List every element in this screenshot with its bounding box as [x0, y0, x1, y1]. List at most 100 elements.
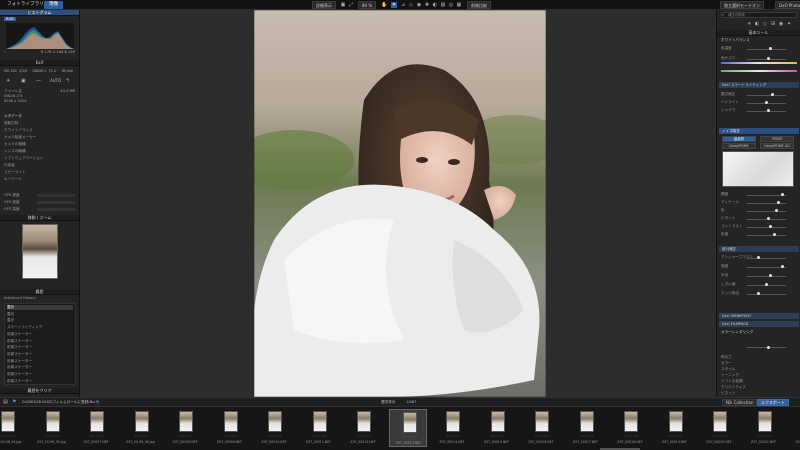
- thumb-rating[interactable]: ☆☆☆☆☆: [130, 434, 154, 438]
- filmstrip-thumb[interactable]: ☆☆☆☆☆ Z97_00-96_96.jpg: [122, 409, 160, 447]
- horizon-icon[interactable]: ⊿: [400, 2, 406, 8]
- sharpen-slider[interactable]: [747, 283, 786, 286]
- local-icon[interactable]: ◉: [779, 21, 783, 27]
- denoise-deepprime-xd-button[interactable]: DeepPRIME XD: [760, 143, 794, 149]
- thumb-rating[interactable]: ☆☆☆☆☆: [174, 434, 198, 438]
- denoise-preview[interactable]: [722, 151, 794, 187]
- denoise-adjust-slider-knob[interactable]: [773, 233, 776, 236]
- denoise-adjust-slider[interactable]: [747, 201, 786, 204]
- viewpoint-section[interactable]: DxO VIEWPOINT: [719, 313, 799, 319]
- history-item[interactable]: 露光0.4: [7, 305, 73, 310]
- filmstrip-thumb[interactable]: ☆☆☆☆☆ Z97_00021.NEF: [745, 409, 783, 447]
- denoise-adjust-slider-knob[interactable]: [769, 225, 772, 228]
- denoise-deepprime-button[interactable]: DeepPRIME: [722, 143, 756, 149]
- exposure-slider[interactable]: [747, 109, 786, 112]
- history-subheader[interactable]: Advanced History: [4, 296, 75, 301]
- thumb-rating[interactable]: ☆☆☆☆☆: [352, 434, 376, 438]
- thumb-rating[interactable]: ☆☆☆☆☆: [398, 435, 422, 439]
- denoise-adjust-slider-knob[interactable]: [777, 201, 780, 204]
- filmstrip-thumb[interactable]: ☆☆☆☆☆ Z97_00-96_95.jpg: [33, 409, 71, 447]
- eye-icon[interactable]: ◎: [448, 2, 454, 8]
- history-item[interactable]: 前景スケーター: [7, 359, 73, 364]
- color-rendering-row[interactable]: ビネット: [721, 391, 796, 396]
- sharpen-slider-knob[interactable]: [769, 274, 772, 277]
- geometry-icon[interactable]: ⊞: [771, 21, 775, 27]
- moon-icon[interactable]: ☾: [4, 50, 7, 54]
- filmstrip-thumb[interactable]: ☆☆☆☆☆ Z97_00017.NEF: [567, 409, 605, 447]
- filmstrip-thumb[interactable]: ☆☆☆☆☆ Z97_00020.NEF: [700, 409, 738, 447]
- rgb-toggle[interactable]: RGB: [4, 17, 16, 21]
- color-rendering-row[interactable]: クリエイティブ: [721, 385, 796, 390]
- color-icon[interactable]: ◐: [755, 21, 759, 27]
- smart-lighting-section[interactable]: DxO スマートライティング: [719, 82, 799, 88]
- filmstrip-thumb[interactable]: ☆☆☆☆☆ Z97_00007.NEF: [77, 409, 115, 447]
- history-header[interactable]: 履歴: [0, 289, 79, 295]
- single-select-mode[interactable]: 独立選択モードオン: [720, 1, 764, 9]
- tab-photo-library[interactable]: フォトライブラリ: [2, 1, 49, 9]
- color-rendering-row[interactable]: ソフトな色調: [721, 379, 796, 384]
- filmstrip-thumb[interactable]: ☆☆☆☆☆ Z97_00019.NEF: [656, 409, 694, 447]
- history-item[interactable]: スマートライティング: [7, 325, 73, 330]
- filmstrip-thumb[interactable]: ☆☆☆☆☆ Z97_00008.NEF: [166, 409, 204, 447]
- clear-history-button[interactable]: 履歴をクリア: [0, 388, 79, 394]
- thumb-rating[interactable]: ☆☆☆☆☆: [308, 434, 332, 438]
- filmpack-section[interactable]: DxO FILMPACK: [719, 321, 799, 327]
- filmstrip-thumb[interactable]: ☆☆☆☆☆ Z97_00011.NEF: [300, 409, 338, 447]
- search-input[interactable]: 補正の検索: [721, 12, 797, 18]
- local-adjust-icon[interactable]: ◐: [432, 2, 438, 8]
- sharpen-slider[interactable]: [747, 256, 786, 259]
- navigator-preview[interactable]: [22, 224, 58, 279]
- history-item[interactable]: 露光0.37: [7, 312, 73, 317]
- navigator-header[interactable]: 移動 / ズーム: [0, 215, 79, 221]
- filmstrip-thumb[interactable]: ☆☆☆☆☆ Z97_00015.NEF: [478, 409, 516, 447]
- thumb-rating[interactable]: ☆☆☆☆☆: [41, 434, 65, 438]
- exposure-slider-knob[interactable]: [765, 101, 768, 104]
- history-item[interactable]: 前景スケーター: [7, 332, 73, 337]
- redeye-icon[interactable]: ◉: [416, 2, 422, 8]
- compare-icon[interactable]: ▣: [340, 2, 346, 8]
- history-item[interactable]: 前景スケーター: [7, 379, 73, 384]
- gps-field[interactable]: [37, 208, 75, 211]
- history-item[interactable]: 前景スケーター: [7, 372, 73, 377]
- thumb-rating[interactable]: ☆☆☆☆☆: [486, 434, 510, 438]
- app-menu[interactable]: DxO PhotoLab: [775, 1, 800, 9]
- mask-icon[interactable]: ▧: [440, 2, 446, 8]
- denoise-adjust-slider-knob[interactable]: [775, 209, 778, 212]
- fit-icon[interactable]: ⤢: [348, 2, 354, 8]
- main-photo[interactable]: [254, 10, 546, 397]
- crop-icon[interactable]: ⌗: [391, 2, 397, 8]
- thumb-rating[interactable]: ☆☆☆☆☆: [219, 434, 243, 438]
- nik-collection-button[interactable]: Nik Collection: [722, 398, 758, 406]
- white-balance-slider-knob[interactable]: [769, 47, 772, 50]
- white-balance-slider[interactable]: [747, 47, 786, 50]
- histogram-header[interactable]: ヒストグラム: [0, 10, 79, 16]
- fx-icon[interactable]: ✦: [787, 21, 791, 27]
- thumb-rating[interactable]: ☆☆☆☆☆: [263, 434, 287, 438]
- color-rendering-row[interactable]: 明るさ: [721, 355, 796, 360]
- thumb-rating[interactable]: ☆☆☆☆☆: [575, 434, 599, 438]
- filmstrip-thumb[interactable]: ☆☆☆☆☆Z97_00022.NEF: [789, 409, 800, 447]
- gps-field[interactable]: [37, 194, 75, 197]
- thumb-rating[interactable]: ☆☆☆☆☆: [530, 434, 554, 438]
- sharpen-slider-knob[interactable]: [781, 265, 784, 268]
- white-balance-slider-knob[interactable]: [767, 57, 770, 60]
- basic-tools-header[interactable]: 基本ツール: [717, 30, 800, 36]
- zoom-select[interactable]: 80 %: [358, 1, 377, 9]
- denoise-adjust-slider[interactable]: [747, 217, 786, 220]
- detail-view-button[interactable]: 詳細表示: [312, 1, 336, 9]
- filmstrip-thumb[interactable]: ☆☆☆☆☆ Z97_00010.NEF: [255, 409, 293, 447]
- local-adjust-section[interactable]: 部分補正: [719, 246, 799, 252]
- history-item[interactable]: 前景スケーター: [7, 365, 73, 370]
- thumb-rating[interactable]: ☆☆☆☆☆: [85, 434, 109, 438]
- color-rendering-title[interactable]: カラーレンダリング: [721, 330, 796, 335]
- history-item[interactable]: 露光0.34: [7, 318, 73, 323]
- color-rendering-row[interactable]: トーニング: [721, 373, 796, 378]
- denoise-hq-button[interactable]: 高品質: [722, 136, 756, 142]
- rendering-slider[interactable]: [747, 345, 786, 349]
- filmstrip-thumb[interactable]: ☆☆☆☆☆ Z97_00009.NEF: [211, 409, 249, 447]
- thumb-rating[interactable]: ☆☆☆☆☆: [753, 434, 777, 438]
- filmstrip-thumb[interactable]: ☆☆☆☆☆ Z97_00018.NEF: [611, 409, 649, 447]
- sharpen-slider[interactable]: [747, 292, 786, 295]
- tab-develop[interactable]: 現像: [44, 1, 64, 9]
- thumb-rating[interactable]: ☆☆☆☆☆: [664, 434, 688, 438]
